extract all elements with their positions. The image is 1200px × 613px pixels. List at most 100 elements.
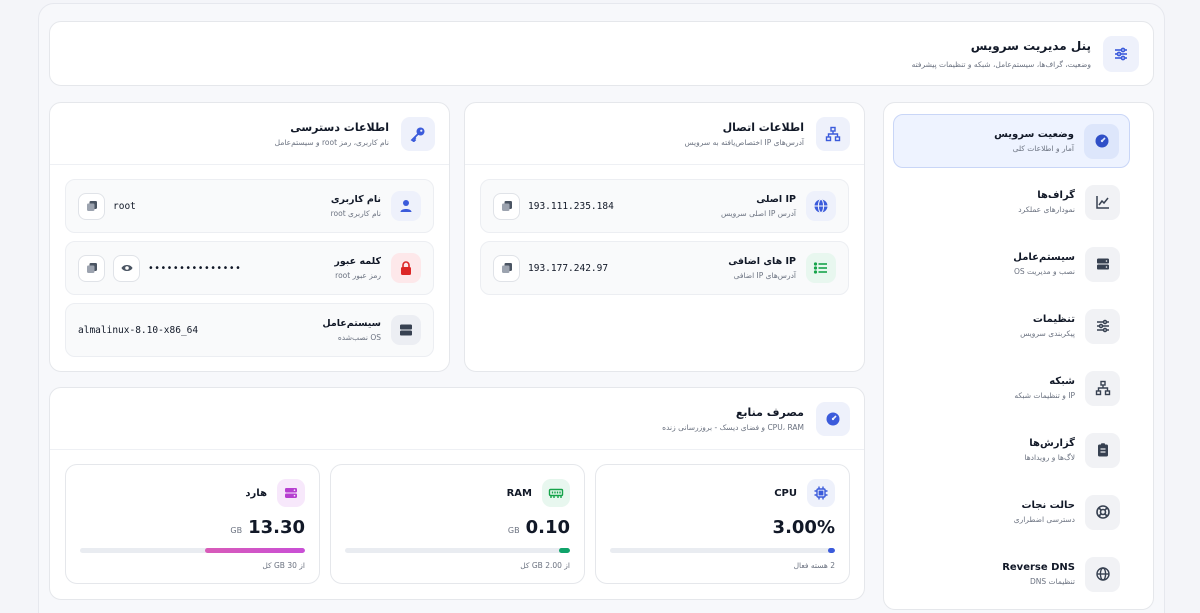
sidebar-item-label: حالت نجات [1021,500,1075,511]
copy-icon [86,201,97,211]
server-icon [1085,246,1120,282]
username-value[interactable]: root [113,201,136,212]
sidebar-item-rescue[interactable]: حالت نجات دسترسی اضطراری [893,485,1130,539]
sidebar-item-label: گراف‌ها [1037,190,1075,201]
sidebar: وضعیت سرویس آمار و اطلاعات کلی گراف‌ها نمو… [883,102,1154,610]
sidebar-item-label: گزارش‌ها [1029,438,1075,449]
ram-usage-fill [558,548,570,553]
cpu-footer: 2 هسته فعال [793,561,835,570]
disk-unit: GB [230,526,243,535]
sliders-icon [1103,36,1139,72]
sidebar-item-graphs[interactable]: گراف‌ها نمودارهای عملکرد [893,175,1130,229]
sidebar-item-label: وضعیت سرویس [994,129,1074,140]
disk-label: هارد [245,487,267,499]
show-password-button[interactable] [113,254,140,282]
network-icon [816,116,850,151]
main-ip-row: IP اصلی آدرس IP اصلی سرویس 193.111.235.18… [480,179,849,233]
copy-icon [501,201,512,211]
sliders-icon [1085,308,1120,344]
hard-drive-icon [277,479,305,507]
sidebar-item-sublabel: نمودارهای عملکرد [1018,205,1075,214]
server-icon [391,315,421,345]
sidebar-item-label: سیستم‌عامل [1013,252,1075,263]
sidebar-item-sublabel: نصب و مدیریت OS [1013,267,1075,276]
disk-usage-fill [205,548,305,553]
gauge-icon [1084,123,1119,159]
chart-line-icon [1085,184,1120,220]
globe-icon [806,191,836,221]
copy-username-button[interactable] [78,192,105,220]
gauge-icon [816,401,850,436]
copy-extra-ip-button[interactable] [493,254,520,282]
clipboard-icon [1085,432,1120,468]
extra-ip-value[interactable]: 193.177.242.97 [528,263,608,274]
ram-label: RAM [506,487,532,499]
sidebar-item-sublabel: آمار و اطلاعات کلی [1012,144,1074,153]
resources-subtitle: CPU، RAM و فضای دیسک - بروزرسانی زنده [662,422,804,432]
cpu-usage-fill [828,548,835,553]
page-subtitle: وضعیت، گراف‌ها، سیستم‌عامل، شبکه و تنظیم… [911,60,1091,69]
sidebar-item-network[interactable]: شبکه IP و تنظیمات شبکه [893,361,1130,415]
sidebar-item-sublabel: دسترسی اضطراری [1013,515,1075,524]
disk-metric: هارد 13.30 GB از 30 GB کل [65,464,320,584]
sidebar-item-status[interactable]: وضعیت سرویس آمار و اطلاعات کلی [893,114,1130,168]
os-value: almalinux-8.10-x86_64 [78,324,199,336]
sidebar-item-sublabel: پیکربندی سرویس [1020,329,1075,338]
user-icon [391,191,421,221]
ram-value: 0.10 [525,517,570,538]
sidebar-item-reverse-dns[interactable]: Reverse DNS تنظیمات DNS [893,547,1130,601]
main-ip-label: IP اصلی [756,194,796,205]
memory-icon [542,479,570,507]
resources-title: مصرف منابع [735,405,804,419]
globe-icon [1085,556,1120,592]
list-icon [806,253,836,283]
main-ip-value[interactable]: 193.111.235.184 [528,201,614,212]
connection-subtitle: آدرس‌های IP اختصاص‌یافته به سرویس [684,137,805,147]
sidebar-item-label: شبکه [1049,376,1075,387]
cpu-usage-bar [610,548,835,553]
ram-unit: GB [507,526,520,535]
disk-value: 13.30 [248,517,305,538]
cpu-metric: CPU 3.00% 2 هسته فعال [595,464,850,584]
access-card: اطلاعات دسترسی نام کاربری، رمز root و سیس… [49,102,450,372]
sidebar-item-sublabel: تنظیمات DNS [1030,577,1075,586]
sidebar-item-sublabel: لاگ‌ها و رویدادها [1024,453,1075,462]
copy-icon [86,263,97,273]
password-sublabel: رمز عبور root [335,271,381,280]
sidebar-item-os[interactable]: سیستم‌عامل نصب و مدیریت OS [893,237,1130,291]
username-row: نام کاربری نام کاربری root root [65,179,434,233]
eye-icon [121,265,132,271]
resources-card: مصرف منابع CPU، RAM و فضای دیسک - بروزرسا… [49,387,865,600]
network-icon [1085,370,1120,406]
access-title: اطلاعات دسترسی [290,120,389,134]
username-sublabel: نام کاربری root [330,209,381,218]
connection-card: اطلاعات اتصال آدرس‌های IP اختصاص‌یافته به… [464,102,865,372]
key-icon [401,116,435,151]
ram-metric: RAM 0.10 GB از 2.00 GB کل [330,464,585,584]
cpu-value: 3.00% [772,517,835,538]
copy-password-button[interactable] [78,254,105,282]
sidebar-item-settings[interactable]: تنظیمات پیکربندی سرویس [893,299,1130,353]
username-label: نام کاربری [330,194,381,205]
disk-usage-bar [80,548,305,553]
main-ip-sublabel: آدرس IP اصلی سرویس [721,209,796,218]
password-row: کلمه عبور رمز عبور root ••••••••••••••• [65,241,434,295]
ram-usage-bar [345,548,570,553]
extra-ip-sublabel: آدرس‌های IP اضافی [733,271,796,280]
extra-ip-row: IP های اضافی آدرس‌های IP اضافی 193.177.24… [480,241,849,295]
password-label: کلمه عبور [334,256,381,267]
extra-ip-label: IP های اضافی [728,256,796,267]
os-label: سیستم‌عامل [322,318,381,329]
sidebar-item-label: تنظیمات [1032,314,1075,325]
copy-main-ip-button[interactable] [493,192,520,220]
copy-icon [501,263,512,273]
sidebar-item-sublabel: IP و تنظیمات شبکه [1014,391,1075,400]
ram-footer: از 2.00 GB کل [520,561,570,570]
sidebar-item-logs[interactable]: گزارش‌ها لاگ‌ها و رویدادها [893,423,1130,477]
os-row: سیستم‌عامل OS نصب‌شده almalinux-8.10-x86_… [65,303,434,357]
access-subtitle: نام کاربری، رمز root و سیستم‌عامل [274,137,389,147]
cpu-icon [807,479,835,507]
password-value: ••••••••••••••• [148,262,242,274]
lock-icon [391,253,421,283]
disk-footer: از 30 GB کل [262,561,305,570]
